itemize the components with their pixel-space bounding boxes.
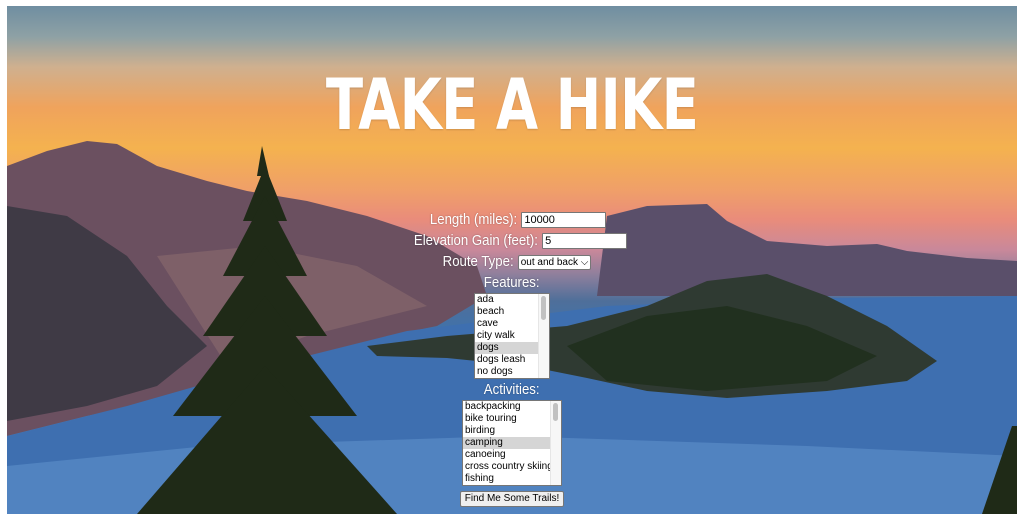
activities-listbox[interactable]: backpacking bike touring birding camping… — [462, 400, 562, 486]
activities-option[interactable]: cross country skiing — [463, 461, 561, 473]
features-label: Features: — [484, 274, 540, 291]
activities-scrollbar[interactable] — [550, 401, 561, 485]
route-row: Route Type: out and back ⌵ — [7, 251, 1017, 272]
features-scrollbar-thumb[interactable] — [541, 296, 546, 320]
page-title: TAKE A HIKE — [325, 64, 699, 146]
route-type-select[interactable]: out and back ⌵ — [517, 255, 592, 270]
activities-list-wrap: backpacking bike touring birding camping… — [7, 400, 1017, 488]
length-label: Length (miles): — [429, 211, 517, 228]
activities-label: Activities: — [484, 381, 540, 398]
chevron-down-icon: ⌵ — [580, 257, 589, 268]
trail-search-form: Length (miles): Elevation Gain (feet): R… — [7, 209, 1017, 507]
activities-scrollbar-thumb[interactable] — [553, 403, 558, 421]
elevation-row: Elevation Gain (feet): — [7, 230, 1017, 251]
features-scrollbar[interactable] — [538, 294, 549, 378]
activities-option[interactable]: bike touring — [463, 413, 561, 425]
length-input[interactable] — [521, 212, 607, 228]
length-row: Length (miles): — [7, 209, 1017, 230]
activities-option[interactable]: canoeing — [463, 449, 561, 461]
features-label-row: Features: — [7, 272, 1017, 293]
elevation-label: Elevation Gain (feet): — [413, 232, 538, 249]
activities-option[interactable]: backpacking — [463, 401, 561, 413]
activities-label-row: Activities: — [7, 379, 1017, 400]
submit-row: Find Me Some Trails! — [7, 488, 1017, 507]
features-listbox[interactable]: ada beach cave city walk dogs dogs leash… — [474, 293, 550, 379]
activities-option[interactable]: birding — [463, 425, 561, 437]
elevation-input[interactable] — [542, 233, 628, 249]
find-trails-button[interactable]: Find Me Some Trails! — [459, 491, 565, 507]
features-list-wrap: ada beach cave city walk dogs dogs leash… — [7, 293, 1017, 379]
route-label: Route Type: — [442, 253, 514, 270]
hero-background: TAKE A HIKE Length (miles): Elevation Ga… — [7, 6, 1017, 514]
route-type-value: out and back — [520, 257, 578, 268]
activities-option[interactable]: fishing — [463, 473, 561, 485]
activities-option-selected[interactable]: camping — [463, 437, 561, 449]
